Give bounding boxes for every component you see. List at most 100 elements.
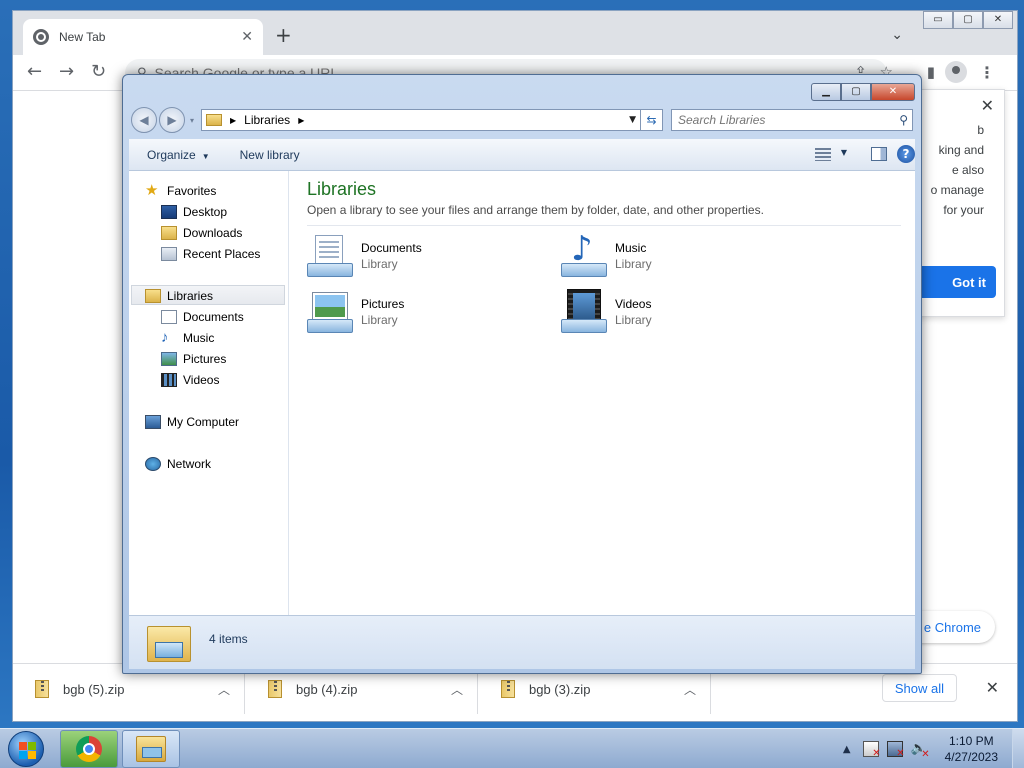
new-library-button[interactable]: New library: [240, 148, 300, 162]
show-hidden-icons-icon[interactable]: ▲: [843, 744, 851, 755]
reload-icon[interactable]: ↻: [91, 63, 106, 81]
music-note-icon: ♪: [161, 329, 169, 346]
tab-new-tab[interactable]: New Tab ✕: [23, 19, 263, 55]
downloads-folder-icon: [161, 226, 177, 240]
minimize-button[interactable]: ▭: [923, 11, 953, 29]
nav-videos[interactable]: Videos: [161, 370, 219, 390]
side-panel-icon[interactable]: ▮: [927, 64, 935, 80]
address-dropdown-icon[interactable]: ▼: [629, 115, 636, 125]
preview-pane-icon[interactable]: [871, 147, 887, 161]
tab-title: New Tab: [59, 30, 106, 44]
recent-places-icon: [161, 247, 177, 261]
library-documents[interactable]: Documents Library: [307, 233, 422, 279]
page-subtitle: Open a library to see your files and arr…: [307, 203, 764, 217]
new-tab-button[interactable]: +: [275, 25, 292, 45]
nav-my-computer[interactable]: My Computer: [145, 412, 239, 432]
tab-search-chevron-icon[interactable]: ⌄: [891, 27, 903, 43]
page-title: Libraries: [307, 179, 377, 199]
nav-libraries[interactable]: Libraries: [145, 286, 213, 306]
chevron-up-icon[interactable]: ︿: [684, 681, 696, 698]
nav-downloads[interactable]: Downloads: [161, 223, 242, 243]
nav-music[interactable]: ♪ Music: [161, 328, 214, 348]
action-center-flag-icon[interactable]: ✕: [862, 741, 881, 759]
chevron-up-icon[interactable]: ︿: [218, 681, 230, 698]
library-videos[interactable]: Videos Library: [561, 289, 652, 335]
music-library-icon: ♪: [561, 231, 607, 279]
shelf-close-icon[interactable]: ✕: [986, 678, 999, 697]
nav-network[interactable]: Network: [145, 454, 211, 474]
nav-favorites[interactable]: ★ Favorites: [145, 181, 216, 201]
change-view-icon[interactable]: [815, 148, 831, 161]
breadcrumb-arrow-icon[interactable]: ▶: [298, 116, 304, 125]
network-status-icon[interactable]: ✕: [886, 741, 905, 759]
download-filename: bgb (5).zip: [63, 681, 125, 697]
computer-icon: [145, 415, 161, 429]
nav-pictures[interactable]: Pictures: [161, 349, 226, 369]
film-strip-icon: [161, 373, 177, 387]
network-icon: [145, 457, 161, 471]
show-all-button[interactable]: Show all: [881, 674, 957, 702]
chevron-up-icon[interactable]: ︿: [451, 681, 463, 698]
command-bar: Organize ▼ New library ▼ ?: [129, 139, 915, 171]
organize-button[interactable]: Organize ▼: [147, 148, 210, 162]
explorer-back-icon[interactable]: ◀: [131, 107, 157, 133]
document-icon: [161, 310, 177, 324]
videos-library-icon: [561, 289, 607, 335]
explorer-minimize-button[interactable]: ▁: [811, 83, 841, 101]
explorer-folder-icon: [136, 736, 166, 762]
nav-recent-places[interactable]: Recent Places: [161, 244, 260, 264]
taskbar-chrome-button[interactable]: [60, 730, 118, 768]
zip-file-icon: [501, 680, 515, 698]
download-filename: bgb (3).zip: [529, 681, 591, 697]
recent-pages-chevron-icon[interactable]: ▾: [187, 107, 197, 133]
details-pane: 4 items: [129, 615, 915, 669]
desktop-icon: [161, 205, 177, 219]
libraries-icon: [145, 289, 161, 303]
chrome-logo-icon: [76, 736, 102, 762]
breadcrumb-arrow-icon[interactable]: ▶: [230, 116, 236, 125]
content-pane: Libraries Open a library to see your fil…: [289, 171, 915, 615]
nav-desktop[interactable]: Desktop: [161, 202, 227, 222]
address-bar[interactable]: ▶ Libraries ▶ ▼: [201, 109, 641, 131]
chrome-window-controls: ▭ ▢ ✕: [923, 11, 1013, 29]
breadcrumb-libraries[interactable]: Libraries: [244, 113, 290, 127]
taskbar-explorer-button[interactable]: [122, 730, 180, 768]
download-filename: bgb (4).zip: [296, 681, 358, 697]
clock[interactable]: 1:10 PM 4/27/2023: [945, 733, 998, 765]
windows-logo-icon: [8, 731, 44, 767]
volume-muted-icon[interactable]: 🔈 ✕: [911, 741, 930, 760]
explorer-close-button[interactable]: ✕: [871, 83, 915, 101]
start-button[interactable]: [4, 729, 48, 768]
chrome-favicon-icon: [33, 29, 49, 45]
back-arrow-icon[interactable]: ←: [27, 63, 42, 81]
library-music[interactable]: ♪ Music Library: [561, 231, 652, 279]
profile-avatar-icon[interactable]: [945, 61, 967, 83]
nav-documents[interactable]: Documents: [161, 307, 244, 327]
help-icon[interactable]: ?: [897, 145, 915, 163]
magnifier-icon[interactable]: ⚲: [899, 113, 908, 127]
clock-date: 4/27/2023: [944, 750, 998, 764]
maximize-button[interactable]: ▢: [953, 11, 983, 29]
refresh-icon[interactable]: ⇆: [641, 109, 663, 131]
library-pictures[interactable]: Pictures Library: [307, 289, 404, 335]
libraries-large-folder-icon: [147, 622, 191, 664]
pictures-library-icon: [307, 289, 353, 335]
close-button[interactable]: ✕: [983, 11, 1013, 29]
explorer-search-input[interactable]: [678, 113, 878, 127]
forward-arrow-icon[interactable]: →: [59, 63, 74, 81]
view-options-chevron-icon[interactable]: ▼: [841, 148, 847, 157]
tab-close-icon[interactable]: ✕: [241, 29, 253, 45]
navigation-pane: ★ Favorites Desktop Downloads Recent Pla…: [129, 171, 289, 615]
taskbar: ▲ ✕ ✕ 🔈 ✕ 1:10 PM 4/27/2023: [0, 728, 1024, 768]
explorer-maximize-button[interactable]: ▢: [841, 83, 871, 101]
popup-close-icon[interactable]: ✕: [981, 96, 994, 115]
show-desktop-button[interactable]: [1012, 729, 1024, 768]
divider: [307, 225, 901, 226]
menu-dots-icon[interactable]: ⋮: [979, 63, 995, 82]
explorer-search-box[interactable]: ⚲: [671, 109, 913, 131]
explorer-window-controls: ▁ ▢ ✕: [811, 83, 915, 101]
explorer-forward-icon[interactable]: ▶: [159, 107, 185, 133]
libraries-folder-icon: [206, 114, 222, 126]
star-icon: ★: [145, 182, 159, 199]
system-tray: ▲ ✕ ✕ 🔈 ✕ 1:10 PM 4/27/2023: [843, 729, 1024, 768]
